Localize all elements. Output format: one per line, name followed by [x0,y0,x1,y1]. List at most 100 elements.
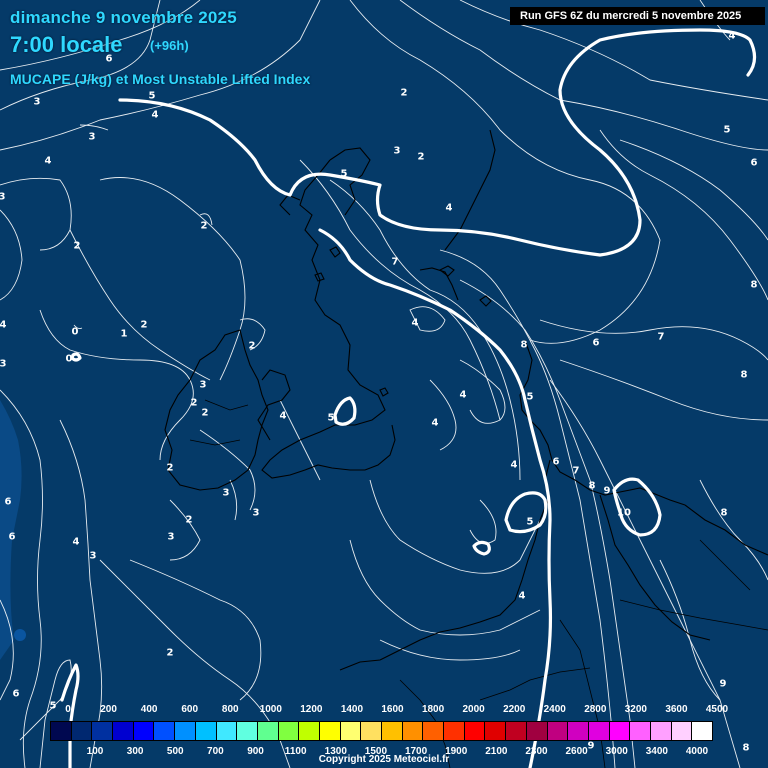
contour-label: 3 [0,191,6,203]
contour-label: 3 [252,507,260,519]
colorbar-tick-top: 3200 [624,704,647,715]
contour-label: 4 [510,459,518,471]
colorbar-swatch [381,721,403,741]
colorbar-tick-top: 600 [181,704,199,715]
contour-label: 4 [279,410,287,422]
colorbar-swatch [112,721,134,741]
contour-label: 4 [44,155,52,167]
colorbar-tick-top: 0 [65,704,71,715]
contour-label: 3 [88,131,96,143]
contour-label: 3 [167,531,175,543]
contour-label: 3 [33,96,41,108]
contour-label: 10 [617,507,631,519]
contour-label: 5 [723,124,731,136]
cape-patch-west [0,400,22,660]
forecast-date: dimanche 9 novembre 2025 [10,8,237,27]
contour-label: 8 [520,339,528,351]
contour-label: 3 [199,379,207,391]
contour-label: 7 [657,331,665,343]
colorbar-tick-top: 800 [221,704,239,715]
contour-label: 6 [105,53,113,65]
contour-label: 6 [8,531,16,543]
parameter-title: MUCAPE (J/kg) et Most Unstable Lifted In… [10,71,311,87]
contour-label: 6 [750,157,758,169]
contour-label: 6 [552,456,560,468]
colorbar-swatch [339,721,362,741]
colorbar-swatch [215,721,238,741]
contour-label: 2 [166,462,174,474]
contour-label: 8 [750,279,758,291]
contour-label: 4 [459,389,467,401]
colorbar-swatch [401,721,424,741]
colorbar-swatch [670,721,693,741]
contour-label: 5 [340,168,348,180]
contour-label: 2 [400,87,408,99]
contour-label: 2 [200,220,208,232]
colorbar-swatch [360,721,382,741]
contour-label: 9 [603,485,611,497]
colorbar-tick-top: 4500 [705,704,729,715]
contour-label: 5 [526,391,534,403]
contour-label: 4 [0,319,7,331]
colorbar-tick-top: 1800 [421,704,445,715]
contour-label: 5 [327,412,335,424]
colorbar-swatch [174,721,196,741]
contour-label: 7 [391,256,399,268]
colorbar-swatch [298,721,320,741]
contour-label: 3 [89,550,97,562]
contour-label: 6 [4,496,12,508]
map-layer [0,0,768,768]
contour-label: 4 [445,202,453,214]
contour-label: 4 [431,417,439,429]
contour-label: 9 [587,740,595,752]
colorbar-swatch [484,721,507,741]
colorbar-swatch [236,721,258,741]
colorbar-swatch [567,721,589,741]
contour-label: 8 [588,480,596,492]
contour-label: 2 [185,514,193,526]
contour-label: 8 [720,507,728,519]
copyright: Copyright 2025 Meteociel.fr [318,754,450,765]
contour-label: 4 [728,30,736,42]
contour-label: 0 [65,353,73,365]
colorbar-swatch [256,721,279,741]
contour-label: 2 [201,407,209,419]
colorbar-swatch [132,721,155,741]
colorbar-tick-top: 400 [140,704,158,715]
contour-label: 2 [73,240,81,252]
colorbar-swatch [50,721,72,741]
colorbar-swatch [443,721,465,741]
contour-label: 4 [518,590,526,602]
colorbar-tick-top: 1000 [259,704,282,715]
contour-label: 8 [742,742,750,754]
coastlines [164,129,768,768]
colorbar-swatch [91,721,114,741]
colorbar-swatch [463,721,486,741]
colorbar-tick-top: 2800 [584,704,607,715]
colorbar-swatch [277,721,300,741]
contour-label: 2 [190,397,198,409]
colorbar-tick-top: 3600 [665,704,688,715]
colorbar-swatch [525,721,548,741]
colorbar-tick-top: 2000 [462,704,485,715]
colorbar-swatch [608,721,631,741]
weather-map: dimanche 9 novembre 2025 7:00 locale (+9… [0,0,768,768]
contour-label: 9 [719,678,727,690]
contour-label: 2 [248,340,256,352]
contour-label: 5 [148,90,156,102]
contour-label: 1 [120,328,128,340]
colorbar-swatch [318,721,341,741]
run-info: Run GFS 6Z du mercredi 5 novembre 2025 [510,7,765,25]
colorbar-swatch [546,721,569,741]
contour-label: 3 [0,358,7,370]
contour-label: 3 [222,487,230,499]
contour-label: 8 [740,369,748,381]
contour-label: 4 [72,536,80,548]
contour-label: 5 [526,516,534,528]
colorbar-tick-top: 1400 [340,704,364,715]
colorbar-swatch [194,721,217,741]
contour-label: 5 [49,700,57,712]
contour-label: 2 [417,151,425,163]
colorbar-swatch [505,721,527,741]
contour-label: 6 [12,688,20,700]
